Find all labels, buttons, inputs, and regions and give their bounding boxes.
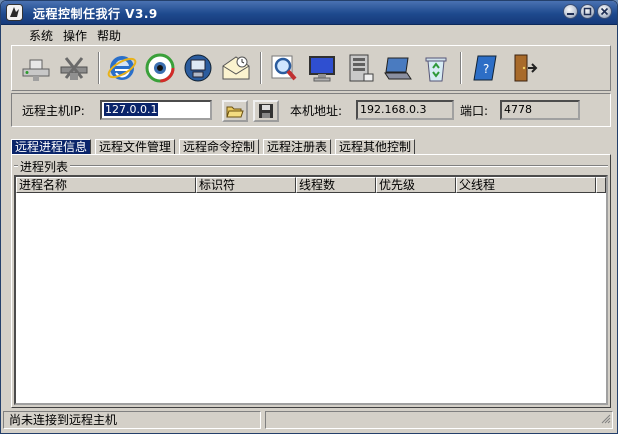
port-field: 4778 <box>500 100 580 120</box>
connection-panel: 远程主机IP: 127.0.0.1 本机地址: 192.168.0.3 端口: … <box>11 93 611 127</box>
port-label: 端口: <box>460 104 489 118</box>
close-icon <box>600 7 609 16</box>
laptop-icon[interactable] <box>382 52 414 84</box>
toolbar-separator <box>460 52 462 84</box>
title-bar[interactable]: 远程控制任我行 V3.9 <box>1 1 617 25</box>
remote-host-label: 远程主机IP: <box>22 104 85 118</box>
column-header-thread-count[interactable]: 线程数 <box>296 177 376 193</box>
status-bar: 尚未连接到远程主机 <box>3 411 615 431</box>
eye-monitor-icon[interactable] <box>144 52 176 84</box>
svg-text:?: ? <box>483 62 489 76</box>
menu-help[interactable]: 帮助 <box>97 27 121 44</box>
network-disconnect-icon[interactable] <box>58 52 90 84</box>
tab-remote-other[interactable]: 远程其他控制 <box>335 139 415 155</box>
column-header-parent-thread[interactable]: 父线程 <box>456 177 596 193</box>
toolbar-separator <box>260 52 262 84</box>
remote-computer-icon[interactable] <box>182 52 214 84</box>
resize-grip-icon[interactable] <box>601 414 611 424</box>
open-folder-icon <box>226 106 244 118</box>
tab-remote-process[interactable]: 远程进程信息 <box>11 139 91 155</box>
maximize-icon <box>583 7 592 16</box>
help-book-icon[interactable]: ? <box>470 52 502 84</box>
close-button[interactable] <box>597 4 612 19</box>
menu-system[interactable]: 系统 <box>29 27 53 44</box>
maximize-button[interactable] <box>580 4 595 19</box>
open-folder-button[interactable] <box>222 100 248 122</box>
column-header-priority[interactable]: 优先级 <box>376 177 456 193</box>
remote-host-value: 127.0.0.1 <box>104 103 159 116</box>
column-header-identifier[interactable]: 标识符 <box>196 177 296 193</box>
app-logo-icon <box>6 4 23 21</box>
column-header-process-name[interactable]: 进程名称 <box>16 177 196 193</box>
process-tab-page: 进程列表 进程名称 标识符 线程数 优先级 父线程 <box>11 154 611 408</box>
save-floppy-icon <box>259 104 273 118</box>
minimize-icon <box>567 13 574 15</box>
internet-explorer-icon[interactable] <box>106 52 138 84</box>
tab-remote-registry[interactable]: 远程注册表 <box>263 139 331 155</box>
local-address-field: 192.168.0.3 <box>356 100 454 120</box>
tab-remote-command[interactable]: 远程命令控制 <box>179 139 259 155</box>
menu-bar: 系统 操作 帮助 <box>11 24 615 44</box>
tab-remote-files[interactable]: 远程文件管理 <box>95 139 175 155</box>
message-envelope-icon[interactable] <box>220 52 252 84</box>
search-magnifier-icon[interactable] <box>268 52 300 84</box>
status-message: 尚未连接到远程主机 <box>3 411 261 429</box>
process-list[interactable]: 进程名称 标识符 线程数 优先级 父线程 <box>14 175 608 405</box>
main-window: 远程控制任我行 V3.9 系统 操作 帮助 ? 远程主机IP: 127.0.0.… <box>0 0 618 434</box>
exit-door-icon[interactable] <box>508 52 540 84</box>
server-icon[interactable] <box>344 52 376 84</box>
process-list-legend: 进程列表 <box>18 158 71 175</box>
local-address-label: 本机地址: <box>290 104 343 118</box>
recycle-bin-icon[interactable] <box>420 52 452 84</box>
group-border <box>14 165 608 167</box>
remote-host-input[interactable]: 127.0.0.1 <box>100 100 212 120</box>
menu-operation[interactable]: 操作 <box>63 27 87 44</box>
column-header-filler <box>596 177 606 193</box>
status-pane-secondary <box>265 411 613 429</box>
window-title: 远程控制任我行 V3.9 <box>33 7 158 21</box>
save-button[interactable] <box>253 100 279 122</box>
minimize-button[interactable] <box>563 4 578 19</box>
toolbar-separator <box>98 52 100 84</box>
toolbar: ? <box>11 45 611 91</box>
network-connect-icon[interactable] <box>20 52 52 84</box>
screen-monitor-icon[interactable] <box>306 52 338 84</box>
